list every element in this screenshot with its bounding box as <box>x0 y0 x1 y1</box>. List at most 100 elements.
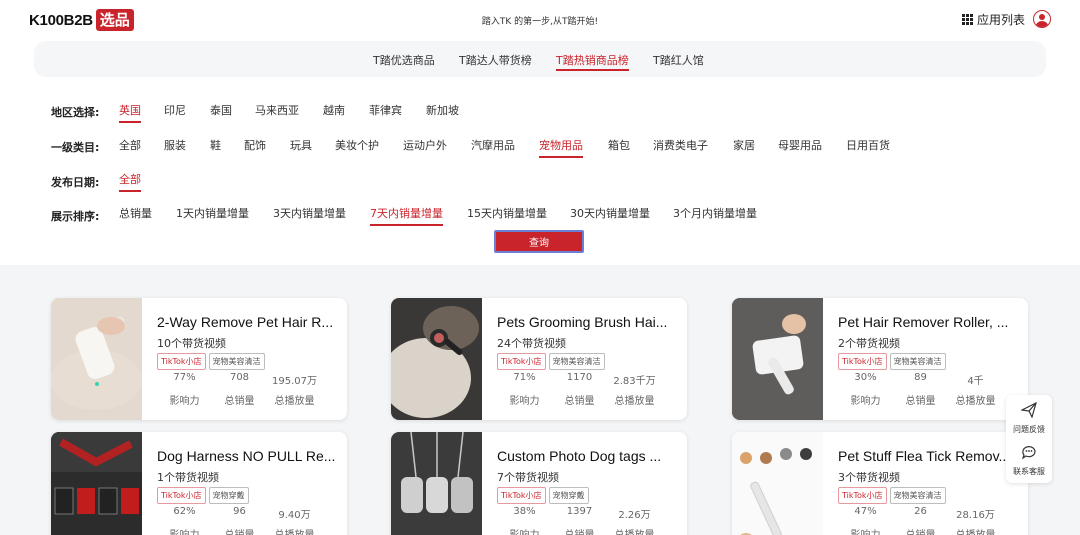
region-option-uk[interactable]: 英国 <box>119 102 141 123</box>
category-option-bags[interactable]: 箱包 <box>608 137 630 153</box>
region-option-philippines[interactable]: 菲律宾 <box>369 102 402 118</box>
sales-label: 总销量 <box>905 396 936 407</box>
influence-label: 影响力 <box>169 396 200 407</box>
product-thumbnail <box>391 432 482 535</box>
category-option-shoes[interactable]: 鞋 <box>210 137 221 153</box>
views-label: 总播放量 <box>948 526 1003 535</box>
support-label: 联系客服 <box>1013 467 1045 476</box>
tag-category: 宠物美容清洁 <box>889 353 946 370</box>
sort-option-3m[interactable]: 3个月内销量增量 <box>673 205 757 221</box>
sort-option-3d[interactable]: 3天内销量增量 <box>273 205 346 221</box>
tag-tiktok-shop: TikTok小店 <box>497 487 546 504</box>
feedback-button[interactable]: 问题反馈 <box>1009 401 1049 438</box>
influence-value: 62% <box>173 506 196 517</box>
category-option-beauty[interactable]: 美妆个护 <box>335 137 379 153</box>
region-filter-label: 地区选择: <box>51 106 100 119</box>
views-label: 总播放量 <box>274 396 315 407</box>
region-option-vietnam[interactable]: 越南 <box>323 102 345 118</box>
product-thumbnail <box>51 432 142 535</box>
app-list-label: 应用列表 <box>977 13 1026 27</box>
sort-option-15d[interactable]: 15天内销量增量 <box>467 205 547 221</box>
sales-label: 总销量 <box>552 526 607 535</box>
influence-value: 77% <box>173 372 196 383</box>
date-filter-label: 发布日期: <box>51 176 100 189</box>
tab-influencer-hall[interactable]: T踏红人馆 <box>653 52 704 68</box>
region-option-singapore[interactable]: 新加坡 <box>426 102 459 118</box>
tag-tiktok-shop: TikTok小店 <box>838 487 887 504</box>
region-option-thailand[interactable]: 泰国 <box>210 102 232 118</box>
video-count: 24个带货视频 <box>497 337 566 350</box>
video-count: 2个带货视频 <box>838 337 900 350</box>
product-card[interactable]: Pet Stuff Flea Tick Remov... 3个带货视频 TikT… <box>732 432 1028 535</box>
tag-category: 宠物穿戴 <box>548 487 589 504</box>
tag-category: 宠物美容清洁 <box>548 353 605 370</box>
product-title: Pet Hair Remover Roller, ... <box>838 314 1009 330</box>
category-option-sports[interactable]: 运动户外 <box>403 137 447 153</box>
views-value: 195.07万 <box>272 376 317 387</box>
category-option-pet[interactable]: 宠物用品 <box>539 137 583 158</box>
influence-value: 47% <box>854 506 877 517</box>
region-option-indonesia[interactable]: 印尼 <box>164 102 186 118</box>
video-count: 1个带货视频 <box>157 471 219 484</box>
tag-category: 宠物美容清洁 <box>889 487 946 504</box>
influence-value: 71% <box>513 372 536 383</box>
influence-label: 影响力 <box>509 396 540 407</box>
tag-tiktok-shop: TikTok小店 <box>157 353 206 370</box>
tag-category: 宠物美容清洁 <box>208 353 265 370</box>
sales-label: 总销量 <box>224 396 255 407</box>
influence-label: 影响力 <box>850 396 881 407</box>
sales-value: 1170 <box>566 372 593 383</box>
grid-icon <box>962 14 973 25</box>
product-card[interactable]: Custom Photo Dog tags ... 7个带货视频 TikTok小… <box>391 432 687 535</box>
sort-option-1d[interactable]: 1天内销量增量 <box>176 205 249 221</box>
header: K100B2B 选品 踏入TK 的第一步,从T踏开始! 应用列表 T踏优选商品 … <box>0 0 1080 265</box>
influence-label: 影响力 <box>497 526 552 535</box>
tag-tiktok-shop: TikTok小店 <box>838 353 887 370</box>
sort-option-total[interactable]: 总销量 <box>119 205 152 221</box>
product-card[interactable]: Dog Harness NO PULL Re... 1个带货视频 TikTok小… <box>51 432 347 535</box>
product-title: Pets Grooming Brush Hai... <box>497 314 668 330</box>
views-value: 28.16万 <box>956 510 995 521</box>
sort-option-7d[interactable]: 7天内销量增量 <box>370 205 443 226</box>
views-value: 2.83千万 <box>613 376 656 387</box>
category-option-baby[interactable]: 母婴用品 <box>778 137 822 153</box>
support-button[interactable]: 联系客服 <box>1009 444 1049 480</box>
views-label: 总播放量 <box>955 396 996 407</box>
top-tabbar: T踏优选商品 T踏达人带货榜 T踏热销商品榜 T踏红人馆 <box>34 41 1046 77</box>
category-filter-label: 一级类目: <box>51 141 100 154</box>
sort-option-30d[interactable]: 30天内销量增量 <box>570 205 650 221</box>
influence-value: 38% <box>513 506 536 517</box>
sales-label: 总销量 <box>893 526 948 535</box>
category-option-accessories[interactable]: 配饰 <box>244 137 266 153</box>
date-option-all[interactable]: 全部 <box>119 171 141 192</box>
product-card[interactable]: Pets Grooming Brush Hai... 24个带货视频 TikTo… <box>391 298 687 420</box>
category-option-toys[interactable]: 玩具 <box>290 137 312 153</box>
category-option-clothing[interactable]: 服装 <box>164 137 186 153</box>
sales-value: 1397 <box>566 506 593 517</box>
views-value: 9.40万 <box>278 510 311 521</box>
tag-tiktok-shop: TikTok小店 <box>497 353 546 370</box>
category-option-daily[interactable]: 日用百货 <box>846 137 890 153</box>
category-option-home[interactable]: 家居 <box>733 137 755 153</box>
views-value: 4千 <box>967 376 984 387</box>
video-count: 7个带货视频 <box>497 471 559 484</box>
tag-tiktok-shop: TikTok小店 <box>157 487 206 504</box>
influence-label: 影响力 <box>157 526 212 535</box>
tab-preferred-products[interactable]: T踏优选商品 <box>373 52 435 68</box>
video-count: 3个带货视频 <box>838 471 900 484</box>
app-list-button[interactable]: 应用列表 <box>962 11 1025 28</box>
category-option-all[interactable]: 全部 <box>119 137 141 153</box>
tab-hot-products[interactable]: T踏热销商品榜 <box>556 52 629 71</box>
category-option-electronics[interactable]: 消费类电子 <box>653 137 708 153</box>
region-option-malaysia[interactable]: 马来西亚 <box>255 102 299 118</box>
product-card[interactable]: Pet Hair Remover Roller, ... 2个带货视频 TikT… <box>732 298 1028 420</box>
tab-influencer-ranking[interactable]: T踏达人带货榜 <box>459 52 532 68</box>
video-count: 10个带货视频 <box>157 337 226 350</box>
product-thumbnail <box>391 298 482 420</box>
product-card[interactable]: 2-Way Remove Pet Hair R... 10个带货视频 TikTo… <box>51 298 347 420</box>
query-button[interactable]: 查询 <box>494 230 584 253</box>
product-title: Pet Stuff Flea Tick Remov... <box>838 448 1011 464</box>
category-option-auto[interactable]: 汽摩用品 <box>471 137 515 153</box>
user-avatar-icon[interactable] <box>1033 10 1051 28</box>
sales-value: 89 <box>914 372 927 383</box>
